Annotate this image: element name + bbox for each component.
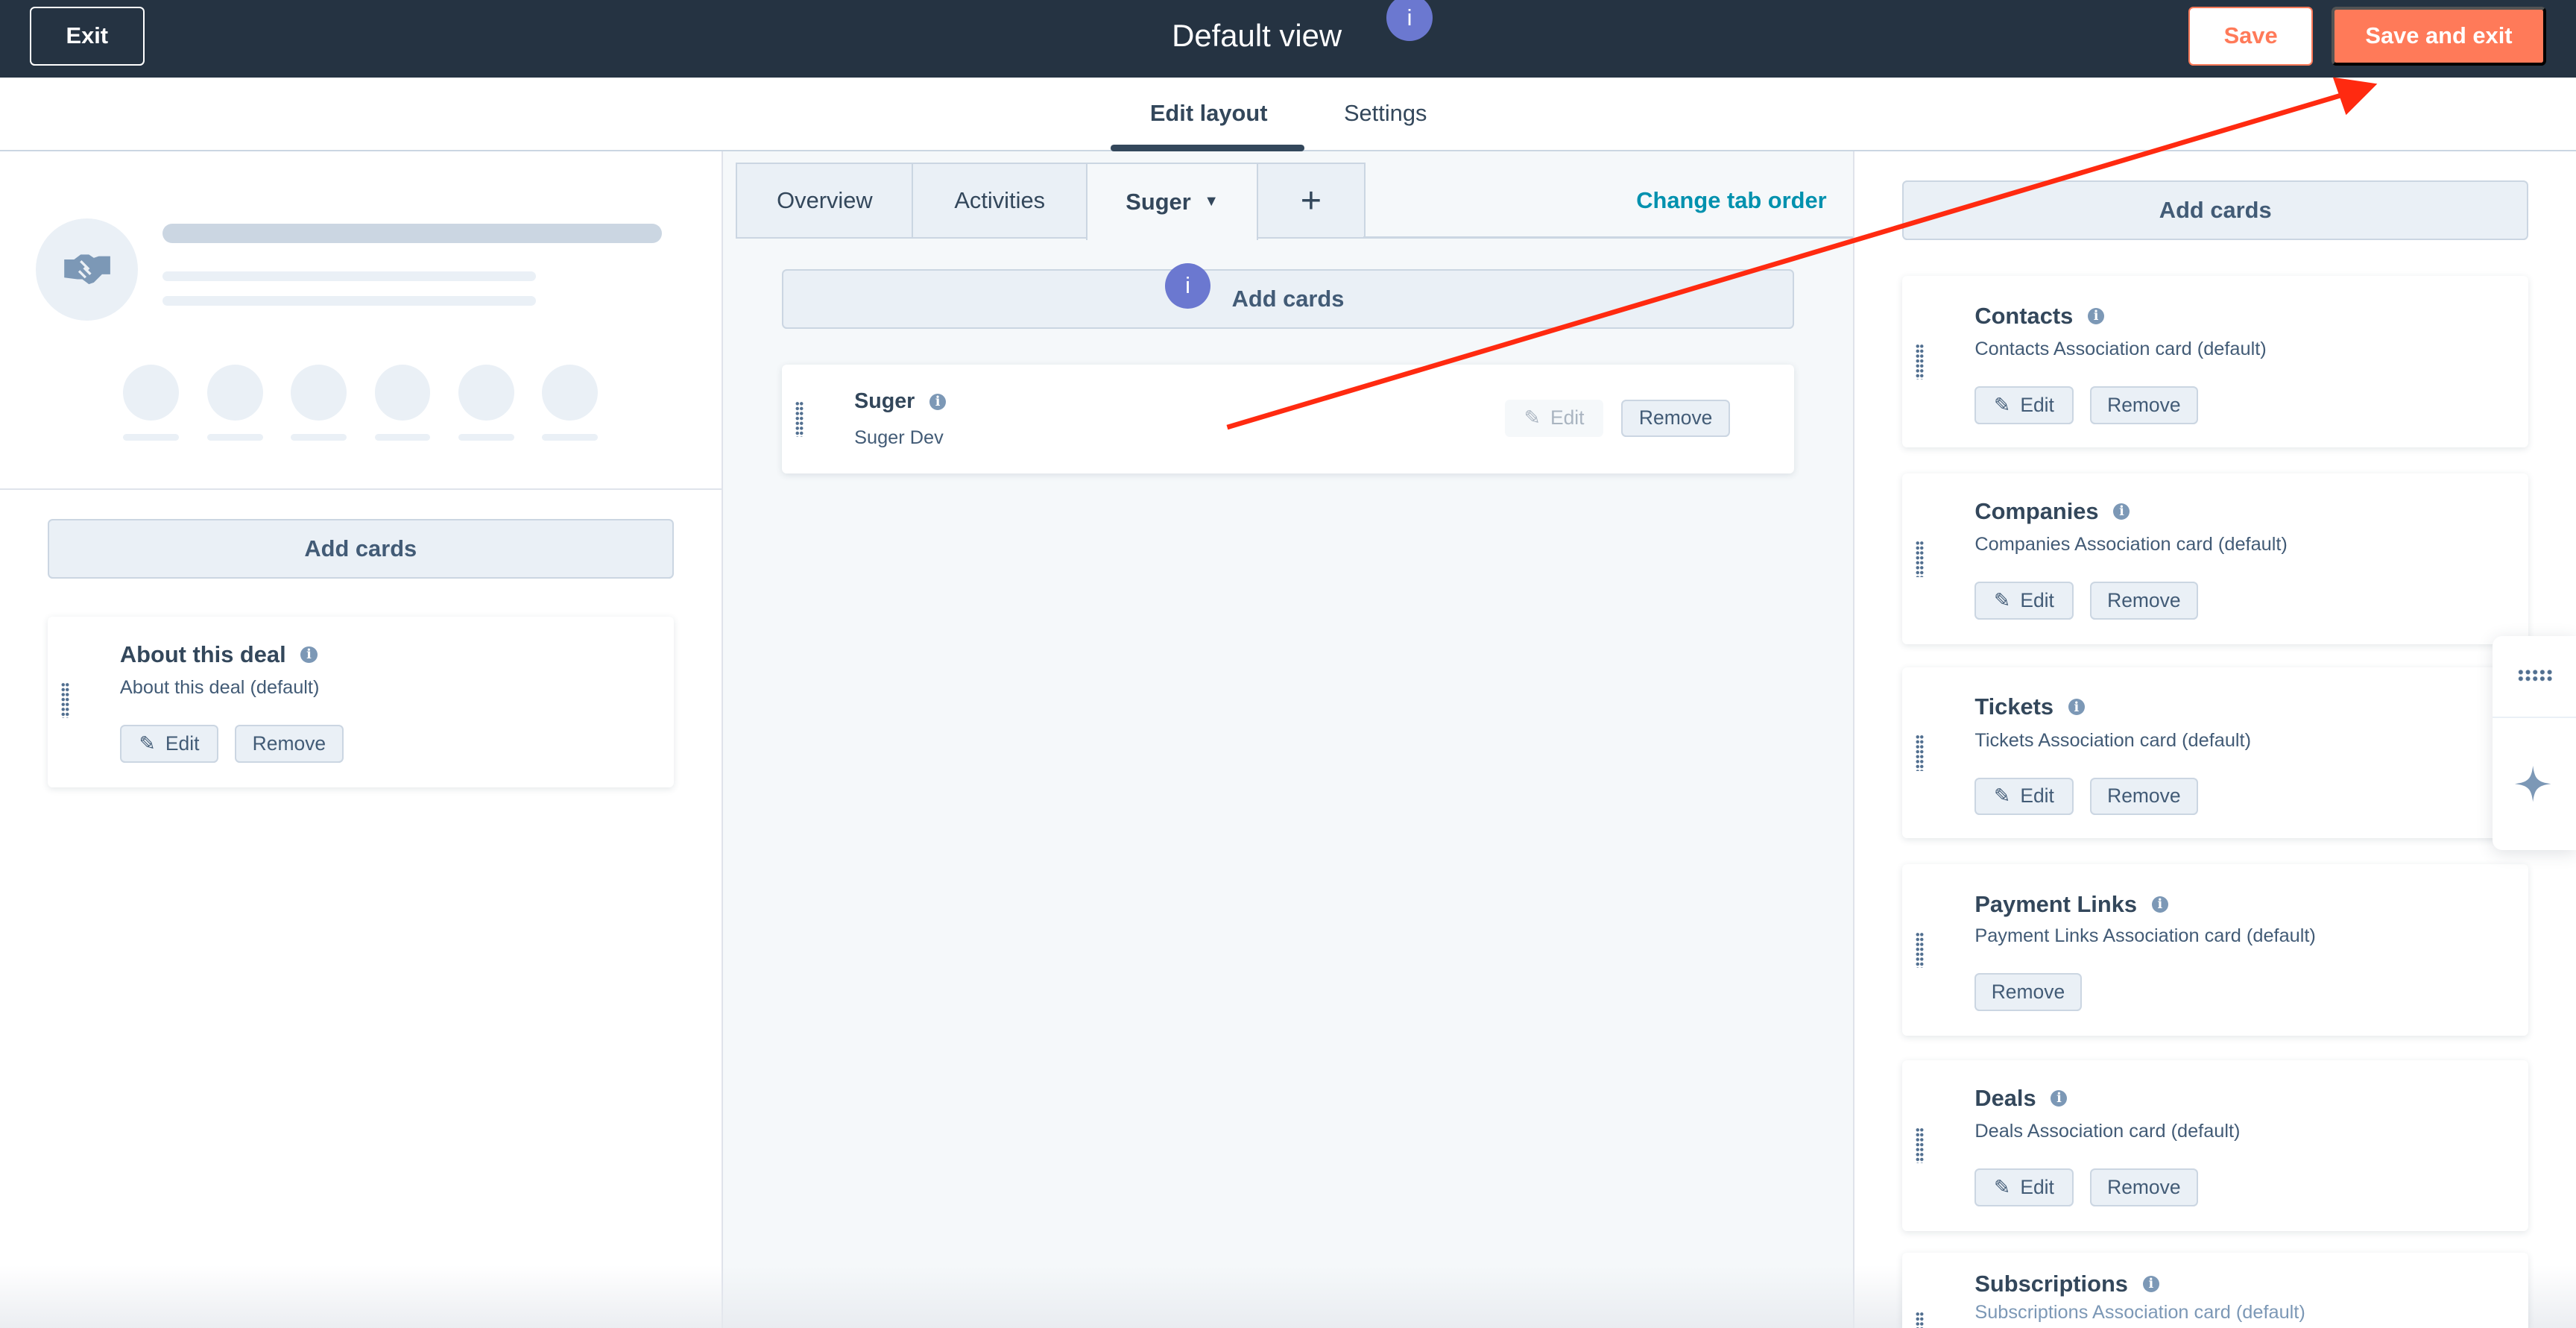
arrow-head <box>2332 77 2378 116</box>
annotation-arrow <box>1226 77 2378 430</box>
arrow-line <box>1226 92 2342 430</box>
